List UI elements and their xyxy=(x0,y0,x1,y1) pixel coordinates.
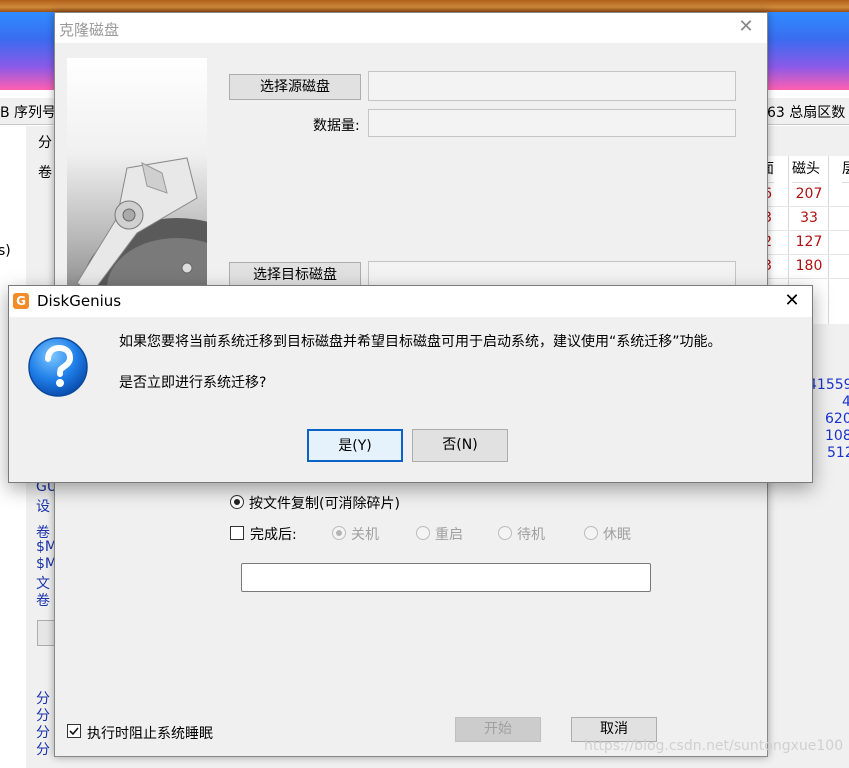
clone-dialog-titlebar[interactable]: 克隆磁盘 ✕ xyxy=(55,13,767,43)
message-text-question: 是否立即进行系统迁移? xyxy=(119,375,267,391)
yes-button[interactable]: 是(Y) xyxy=(307,429,403,462)
main-window-titlebar xyxy=(0,0,849,12)
after-restart-radio[interactable] xyxy=(416,526,430,540)
watermark-text: https://blog.csdn.net/suntongxue100 xyxy=(584,738,844,754)
message-text-primary: 如果您要将当前系统迁移到目标磁盘并希望目标磁盘可用于启动系统，建议使用“系统迁移… xyxy=(119,334,722,350)
after-standby-label: 待机 xyxy=(517,527,545,543)
after-complete-checkbox[interactable] xyxy=(230,526,244,540)
copy-by-file-radio[interactable] xyxy=(230,495,244,509)
after-shutdown-radio[interactable] xyxy=(332,526,346,540)
info-label: 分 xyxy=(36,742,50,758)
disk-info-right: 63 总扇区数 xyxy=(767,105,846,121)
message-box-title: DiskGenius xyxy=(37,292,122,310)
info-label: 设 xyxy=(36,499,50,515)
volume-label-fragment: 卷 xyxy=(38,165,52,181)
col-header-head: 磁头 xyxy=(792,156,820,183)
col-header-sector: 层 xyxy=(842,156,849,183)
start-button[interactable]: 开始 xyxy=(455,717,541,742)
message-box-titlebar[interactable]: G DiskGenius ✕ xyxy=(9,286,812,317)
data-amount-field xyxy=(368,109,736,137)
info-value: 108 xyxy=(825,428,849,444)
partition-tab-fragment[interactable]: 分 xyxy=(38,132,52,152)
prevent-sleep-checkbox[interactable] xyxy=(67,724,81,738)
select-source-disk-button[interactable]: 选择源磁盘 xyxy=(229,74,361,100)
progress-bar xyxy=(241,563,651,592)
info-value: 41559 xyxy=(808,377,849,393)
close-icon[interactable]: ✕ xyxy=(735,16,757,38)
prevent-sleep-label: 执行时阻止系统睡眠 xyxy=(87,726,213,742)
info-value: 4 xyxy=(842,394,849,410)
after-hibernate-label: 休眠 xyxy=(603,527,631,543)
after-restart-label: 重启 xyxy=(435,527,463,543)
table-row[interactable]: 3 33 xyxy=(760,206,849,231)
question-icon xyxy=(27,336,89,398)
diskgenius-logo-icon: G xyxy=(13,293,29,309)
after-standby-radio[interactable] xyxy=(498,526,512,540)
hard-disk-image xyxy=(67,58,207,298)
data-amount-label: 数据量: xyxy=(313,118,360,134)
hard-disk-illustration xyxy=(76,157,207,298)
checkmark-icon xyxy=(69,727,79,736)
table-row[interactable]: 6 207 xyxy=(760,182,849,207)
info-value: 620 xyxy=(825,411,849,427)
copy-by-file-label: 按文件复制(可消除碎片) xyxy=(249,496,400,512)
no-button[interactable]: 否(N) xyxy=(412,429,508,462)
after-shutdown-label: 关机 xyxy=(351,527,379,543)
info-label: 卷 xyxy=(36,593,50,609)
clone-dialog-title: 克隆磁盘 xyxy=(59,21,120,39)
disk-info-left: B 序列号 xyxy=(0,105,57,121)
table-row[interactable]: 2 127 xyxy=(760,230,849,255)
after-hibernate-radio[interactable] xyxy=(584,526,598,540)
close-icon[interactable]: ✕ xyxy=(781,290,803,312)
table-row[interactable]: 3 180 xyxy=(760,254,849,279)
source-disk-field[interactable] xyxy=(368,71,736,101)
info-value: 512 xyxy=(827,445,849,461)
after-complete-label: 完成后: xyxy=(250,527,297,543)
system-migration-message-box: G DiskGenius ✕ 如果您要将当前系统迁移到目标磁盘并希望目标磁盘可用… xyxy=(8,285,813,483)
disk-tree-fragment: s) xyxy=(0,243,11,259)
